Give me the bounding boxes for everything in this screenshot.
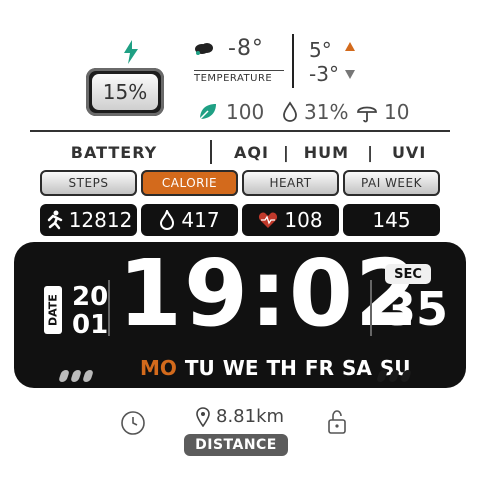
weekday-mo: MO	[140, 356, 177, 380]
date-month: 01	[72, 310, 109, 340]
running-icon	[47, 210, 62, 230]
umbrella-icon	[357, 106, 377, 123]
seconds-label: SEC	[385, 264, 431, 284]
flame-icon	[160, 210, 175, 230]
section-headers: BATTERY AQI | HUM | UVI	[30, 140, 460, 164]
activity-tabs: STEPS CALORIE HEART PAI WEEK	[40, 170, 440, 196]
current-temperature: -8°	[228, 36, 264, 61]
battery-label: BATTERY	[70, 142, 158, 162]
steps-value[interactable]: 12812	[40, 204, 137, 236]
aqi-value: 100	[226, 100, 265, 124]
weekday-fr: FR	[304, 356, 334, 380]
weekday-th: TH	[266, 356, 297, 380]
date-label: DATE	[44, 286, 62, 334]
divider	[108, 280, 110, 336]
decor-pips-right	[376, 370, 412, 382]
arrow-down-icon	[345, 70, 355, 79]
hum-header: HUM	[303, 142, 350, 162]
lightning-icon	[124, 40, 138, 64]
heart-value[interactable]: 108	[242, 204, 339, 236]
weekday-tu: TU	[184, 356, 215, 380]
decor-pips-left	[58, 370, 94, 382]
clock-icon[interactable]	[120, 410, 146, 436]
min-temperature: -3°	[309, 62, 339, 86]
arrow-up-icon	[345, 42, 355, 51]
divider	[210, 140, 212, 164]
distance-label: DISTANCE	[184, 434, 288, 456]
divider	[292, 34, 294, 88]
weekday-sa: SA	[341, 356, 372, 380]
temperature-label: TEMPERATURE	[194, 70, 284, 84]
humidity-stat[interactable]: 31%	[282, 100, 348, 124]
weekday-row: MO TU WE TH FR SA SU	[140, 356, 411, 380]
location-pin-icon	[196, 406, 210, 427]
lock-icon[interactable]	[326, 408, 348, 436]
seconds-value: 35	[384, 282, 449, 336]
tab-pai-week[interactable]: PAI WEEK	[343, 170, 440, 196]
cloudy-weather-icon	[195, 43, 213, 55]
weekday-we: WE	[222, 356, 259, 380]
max-temperature: 5°	[309, 38, 332, 62]
clock-time[interactable]: 19:02	[118, 248, 421, 340]
uvi-header: UVI	[391, 142, 427, 162]
calorie-value[interactable]: 417	[141, 204, 238, 236]
distance-widget[interactable]: 8.81km	[196, 406, 284, 427]
tab-calorie[interactable]: CALORIE	[141, 170, 238, 196]
header-separator: |	[367, 142, 374, 162]
uvi-stat[interactable]: 10	[356, 100, 409, 124]
uvi-value: 10	[384, 100, 410, 124]
aqi-header: AQI	[234, 142, 269, 162]
divider	[30, 130, 450, 132]
tab-steps[interactable]: STEPS	[40, 170, 137, 196]
drop-icon	[283, 101, 297, 122]
humidity-value: 31%	[304, 100, 349, 124]
temperature-widget[interactable]: -8° TEMPERATURE	[188, 34, 292, 88]
aqi-stat[interactable]: 100	[196, 100, 264, 124]
heart-rate-icon	[259, 212, 278, 228]
header-separator: |	[282, 142, 290, 162]
activity-values: 12812 417 108 145	[40, 204, 440, 236]
divider	[370, 280, 372, 336]
pai-value[interactable]: 145	[343, 204, 440, 236]
battery-percent: 15%	[92, 74, 158, 110]
distance-value: 8.81km	[216, 406, 285, 427]
date-day: 20	[72, 282, 109, 312]
leaf-icon	[199, 104, 216, 120]
tab-heart[interactable]: HEART	[242, 170, 339, 196]
